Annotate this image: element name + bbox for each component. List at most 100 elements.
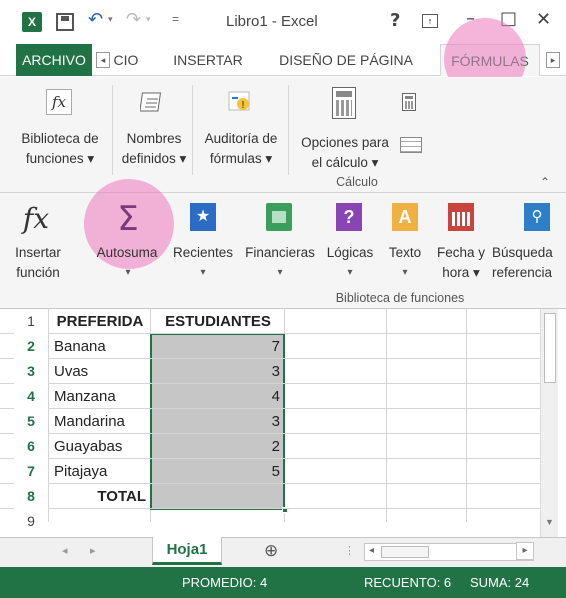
opciones-para-el-calculo-button[interactable]: Opciones para el cálculo ▾ xyxy=(292,83,398,171)
vertical-scroll-thumb[interactable] xyxy=(544,313,556,383)
cell-total-label[interactable]: TOTAL xyxy=(50,484,150,509)
row-number[interactable]: 8 xyxy=(14,484,48,509)
ribbon-biblioteca-de-funciones: fx Insertar función Σ Autosuma ▾ ★ Recie… xyxy=(0,179,566,309)
cell-estudiantes[interactable]: 2 xyxy=(152,434,284,459)
row-number[interactable]: 5 xyxy=(14,409,48,434)
cell-estudiantes[interactable]: 4 xyxy=(152,384,284,409)
next-sheet-icon[interactable]: ▸ xyxy=(90,544,96,557)
table-row: 6 Guayabas 2 xyxy=(0,434,540,459)
cell-fruta[interactable]: Uvas xyxy=(50,359,150,384)
opciones-para-el-calculo-label-2: el cálculo ▾ xyxy=(311,155,379,170)
name-manager-icon xyxy=(139,89,166,115)
cell-total-value[interactable] xyxy=(152,484,284,509)
fecha-y-hora-button[interactable]: Fecha y hora ▾ xyxy=(432,199,490,291)
logicas-button[interactable]: ? Lógicas ▾ xyxy=(322,199,378,291)
formula-auditing-icon: ! xyxy=(226,89,254,115)
row-number[interactable]: 2 xyxy=(14,334,48,359)
calculate-sheet-icon[interactable] xyxy=(400,137,422,153)
scroll-left-icon[interactable]: ◂ xyxy=(369,545,374,556)
tabs-scroll-right-icon[interactable]: ▸ xyxy=(546,52,560,68)
busqueda-y-referencia-button[interactable]: ⚲ Búsqueda referencia xyxy=(492,199,566,291)
header-estudiantes[interactable]: ESTUDIANTES xyxy=(152,309,284,334)
sheet-tab-hoja1[interactable]: Hoja1 xyxy=(152,537,222,565)
row-number[interactable]: 7 xyxy=(14,459,48,484)
texto-button[interactable]: A Texto ▾ xyxy=(382,199,428,291)
financial-book-icon xyxy=(266,203,292,231)
tabs-scroll-left-icon[interactable]: ◂ xyxy=(96,52,110,68)
excel-logo-icon[interactable]: X xyxy=(22,12,42,32)
add-sheet-icon[interactable]: ⊕ xyxy=(264,541,278,561)
status-suma[interactable]: SUMA: 24 xyxy=(470,575,529,590)
cell-fruta[interactable]: Manzana xyxy=(50,384,150,409)
customize-toolbar-icon[interactable]: = xyxy=(172,12,179,26)
save-icon[interactable] xyxy=(56,13,74,31)
undo-icon[interactable]: ↶ xyxy=(88,9,103,30)
cell-estudiantes[interactable]: 3 xyxy=(152,409,284,434)
close-icon[interactable]: ✕ xyxy=(536,9,551,30)
table-row: 4 Manzana 4 xyxy=(0,384,540,409)
function-fx-icon: fx xyxy=(46,89,72,115)
help-icon[interactable]: ? xyxy=(390,10,400,31)
table-row: 5 Mandarina 3 xyxy=(0,409,540,434)
scroll-right-icon[interactable]: ▸ xyxy=(516,542,534,560)
tab-split-handle-icon[interactable]: ⋮ xyxy=(344,544,355,557)
status-bar: PROMEDIO: 4 RECUENTO: 6 SUMA: 24 xyxy=(0,567,566,598)
cell-estudiantes[interactable]: 5 xyxy=(152,459,284,484)
auditoria-de-formulas-label-2: fórmulas ▾ xyxy=(209,151,273,166)
tab-archivo[interactable]: ARCHIVO xyxy=(16,44,92,76)
row-number[interactable]: 1 xyxy=(14,309,48,334)
scroll-down-icon[interactable]: ▼ xyxy=(545,517,554,527)
cell-estudiantes[interactable]: 3 xyxy=(152,359,284,384)
cell-estudiantes[interactable]: 7 xyxy=(152,334,284,359)
financieras-button[interactable]: Financieras ▾ xyxy=(240,199,320,291)
recientes-dropdown-icon: ▾ xyxy=(200,267,206,278)
row-number[interactable]: 4 xyxy=(14,384,48,409)
question-mark-logical-icon: ? xyxy=(336,203,362,231)
cell-fruta[interactable]: Mandarina xyxy=(50,409,150,434)
worksheet-grid[interactable]: 1 PREFERIDA ESTUDIANTES 2 Banana 7 3 Uva… xyxy=(0,309,566,537)
financieras-dropdown-icon: ▾ xyxy=(277,267,283,278)
table-row: 9 xyxy=(0,509,540,534)
logicas-dropdown-icon: ▾ xyxy=(347,267,353,278)
tab-insertar[interactable]: INSERTAR xyxy=(162,44,254,76)
row-number[interactable]: 9 xyxy=(14,509,48,534)
row-number[interactable]: 3 xyxy=(14,359,48,384)
tab-inicio[interactable]: CIO xyxy=(110,44,142,76)
autosuma-button[interactable]: Σ Autosuma ▾ xyxy=(90,199,166,291)
insertar-funcion-button[interactable]: fx Insertar función xyxy=(10,199,66,291)
redo-dropdown-icon[interactable]: ▾ xyxy=(146,14,151,25)
collapse-ribbon-icon[interactable]: ⌃ xyxy=(540,175,550,189)
biblioteca-de-funciones-button[interactable]: fx Biblioteca de funciones ▾ xyxy=(10,83,110,171)
group-separator xyxy=(288,85,289,175)
financieras-label: Financieras xyxy=(245,245,315,260)
row-number[interactable]: 6 xyxy=(14,434,48,459)
ribbon-display-options-icon[interactable]: ↑ xyxy=(422,14,438,28)
vertical-scrollbar[interactable]: ▼ xyxy=(540,309,558,537)
cell-fruta[interactable]: Banana xyxy=(50,334,150,359)
fecha-y-hora-label-2: hora ▾ xyxy=(442,265,480,280)
lookup-magnifier-icon: ⚲ xyxy=(524,203,550,231)
nombres-definidos-button[interactable]: Nombres definidos ▾ xyxy=(116,83,192,171)
header-preferida[interactable]: PREFERIDA xyxy=(50,309,150,334)
horizontal-scrollbar[interactable]: ◂ xyxy=(364,543,534,561)
cell-fruta[interactable]: Pitajaya xyxy=(50,459,150,484)
recientes-button[interactable]: ★ Recientes ▾ xyxy=(170,199,236,291)
cell-fruta[interactable]: Guayabas xyxy=(50,434,150,459)
opciones-para-el-calculo-label-1: Opciones para xyxy=(301,135,389,150)
status-promedio[interactable]: PROMEDIO: 4 xyxy=(182,575,267,590)
text-a-icon: A xyxy=(392,203,418,231)
prev-sheet-icon[interactable]: ◂ xyxy=(62,544,68,557)
undo-dropdown-icon[interactable]: ▾ xyxy=(108,14,113,25)
status-recuento[interactable]: RECUENTO: 6 xyxy=(364,575,451,590)
biblioteca-de-funciones-label-2: funciones ▾ xyxy=(25,151,95,166)
calculate-now-icon[interactable] xyxy=(402,93,416,111)
tab-diseno-de-pagina[interactable]: DISEÑO DE PÁGINA xyxy=(270,44,422,76)
horizontal-scroll-thumb[interactable] xyxy=(381,546,429,558)
calculo-group-label: Cálculo xyxy=(336,175,378,189)
auditoria-de-formulas-button[interactable]: ! Auditoría de fórmulas ▾ xyxy=(196,83,286,171)
insert-function-fx-icon: fx xyxy=(22,202,50,235)
busqueda-label-1: Búsqueda xyxy=(492,245,553,260)
texto-label: Texto xyxy=(388,245,422,260)
table-row: 7 Pitajaya 5 xyxy=(0,459,540,484)
redo-icon[interactable]: ↷ xyxy=(126,9,141,30)
